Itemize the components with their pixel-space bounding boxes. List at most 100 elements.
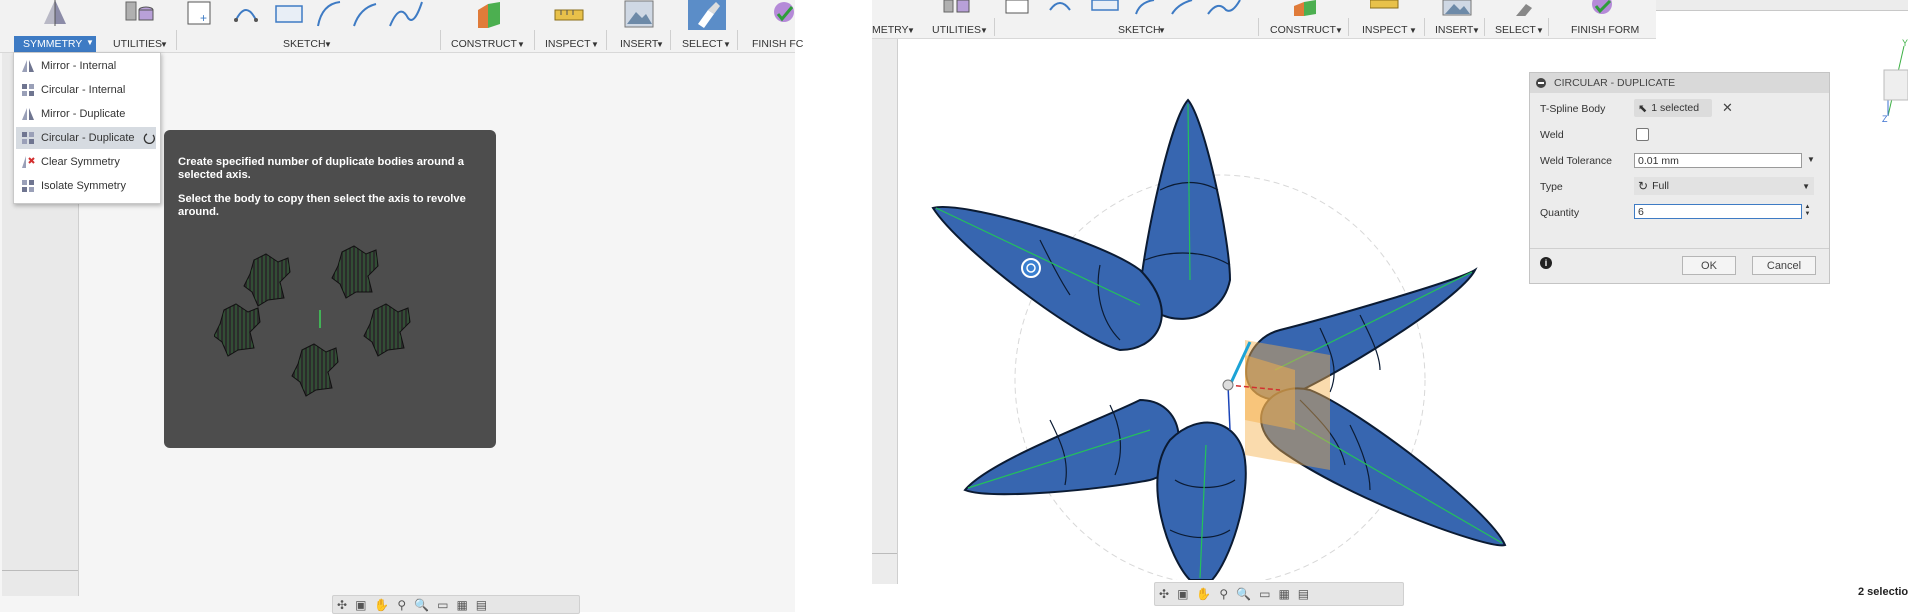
pan-icon[interactable]: ✋ <box>374 598 389 612</box>
chevron-down-icon: ▼ <box>86 38 94 47</box>
select-brush-icon[interactable] <box>1508 0 1538 16</box>
menu-item-isolate-symmetry[interactable]: Isolate Symmetry <box>16 175 156 197</box>
utilities-icon[interactable] <box>942 0 974 14</box>
ok-button[interactable]: OK <box>1682 256 1736 275</box>
info-icon[interactable]: i <box>1540 257 1552 269</box>
finish-form-icon[interactable] <box>1588 0 1618 16</box>
group-label-utilities[interactable]: UTILITIES <box>932 24 981 36</box>
separator <box>606 30 607 50</box>
construct-icon[interactable] <box>474 0 504 30</box>
chevron-down-icon: ▼ <box>160 40 168 49</box>
menu-item-clear-symmetry[interactable]: Clear Symmetry <box>16 151 156 173</box>
look-at-icon[interactable]: ▣ <box>1177 587 1188 601</box>
separator <box>1424 18 1425 36</box>
chevron-down-icon: ▼ <box>1335 26 1343 35</box>
collapse-icon[interactable] <box>1536 78 1546 88</box>
menu-item-label: Clear Symmetry <box>41 156 120 168</box>
quantity-label: Quantity <box>1540 207 1580 219</box>
display-settings-icon[interactable]: ▭ <box>1259 587 1270 601</box>
cursor-arrow-icon: ⬉ <box>1638 102 1648 115</box>
group-label-construct[interactable]: CONSTRUCT <box>1270 24 1336 36</box>
zoom-window-icon[interactable]: 🔍 <box>1236 587 1251 601</box>
group-label-inspect[interactable]: INSPECT <box>545 38 591 50</box>
group-label-insert[interactable]: INSERT <box>620 38 658 50</box>
separator <box>994 18 995 36</box>
circular-pattern-icon <box>22 84 34 96</box>
right-toolbar: METRY ▼ UTILITIES ▼ SKETCH ▼ CONSTRUCT ▼… <box>872 0 1656 39</box>
tspline-body-value: 1 selected <box>1651 102 1700 114</box>
dialog-title: CIRCULAR - DUPLICATE <box>1554 77 1676 89</box>
zoom-window-icon[interactable]: 🔍 <box>414 598 429 612</box>
zoom-icon[interactable]: ⚲ <box>1219 587 1228 601</box>
utilities-icon[interactable] <box>124 0 156 26</box>
orbit-icon[interactable]: ✣ <box>337 598 347 612</box>
right-browser-panel[interactable] <box>872 39 898 584</box>
chevron-down-icon: ▼ <box>1472 26 1480 35</box>
group-label-symmetry[interactable]: METRY <box>872 24 909 36</box>
insert-image-icon[interactable] <box>1442 0 1472 16</box>
group-label-symmetry[interactable]: SYMMETRY <box>23 38 82 50</box>
tspline-body-selector[interactable]: ⬉ 1 selected <box>1634 99 1712 117</box>
group-label-inspect[interactable]: INSPECT <box>1362 24 1408 36</box>
insert-image-icon[interactable] <box>624 0 654 28</box>
weld-checkbox[interactable] <box>1636 128 1649 141</box>
select-button[interactable] <box>688 0 726 30</box>
look-at-icon[interactable]: ▣ <box>355 598 366 612</box>
weld-tolerance-input[interactable]: 0.01 mm <box>1634 153 1802 168</box>
menu-item-mirror-duplicate[interactable]: Mirror - Duplicate <box>16 103 156 125</box>
browser-divider <box>872 553 897 554</box>
top-right-bar <box>1656 0 1908 11</box>
group-label-insert[interactable]: INSERT <box>1435 24 1473 36</box>
grid-icon[interactable]: ▦ <box>1278 587 1289 601</box>
viewcube[interactable]: Y Z <box>1880 36 1908 126</box>
circular-pattern-icon <box>22 132 34 144</box>
group-label-construct[interactable]: CONSTRUCT <box>451 38 517 50</box>
group-label-finish-form[interactable]: FINISH FC <box>752 38 803 50</box>
group-label-sketch[interactable]: SKETCH <box>283 38 326 50</box>
group-label-select[interactable]: SELECT <box>1495 24 1536 36</box>
sketch-tools-icons[interactable]: + <box>186 0 426 30</box>
menu-item-circular-duplicate[interactable]: Circular - Duplicate <box>16 127 156 149</box>
type-value: Full <box>1652 180 1669 192</box>
measure-icon[interactable] <box>553 6 585 26</box>
orbit-icon[interactable]: ✣ <box>1159 587 1169 601</box>
group-label-select[interactable]: SELECT <box>682 38 723 50</box>
viewports-icon[interactable]: ▤ <box>1298 587 1309 601</box>
measure-icon[interactable] <box>1370 0 1400 12</box>
circular-full-icon: ↻ <box>1638 179 1649 193</box>
mirror-icon <box>22 60 34 72</box>
menu-item-circular-internal[interactable]: Circular - Internal <box>16 79 156 101</box>
chevron-down-icon: ▼ <box>656 40 664 49</box>
dialog-header: CIRCULAR - DUPLICATE <box>1530 73 1829 93</box>
group-label-finish-form[interactable]: FINISH FORM <box>1571 24 1639 36</box>
grid-icon[interactable]: ▦ <box>456 598 467 612</box>
cancel-button[interactable]: Cancel <box>1752 256 1816 275</box>
menu-item-label: Circular - Internal <box>41 84 126 96</box>
viewports-icon[interactable]: ▤ <box>476 598 487 612</box>
finish-form-icon[interactable] <box>770 0 795 26</box>
construct-icon[interactable] <box>1290 0 1320 16</box>
type-select[interactable]: ↻ Full ▼ <box>1634 177 1814 195</box>
separator <box>534 30 535 50</box>
display-settings-icon[interactable]: ▭ <box>437 598 448 612</box>
chevron-down-icon: ▼ <box>980 26 988 35</box>
tooltip-text-2: Select the body to copy then select the … <box>178 193 466 218</box>
zoom-icon[interactable]: ⚲ <box>397 598 406 612</box>
separator <box>737 30 738 50</box>
viewport-tspline-body[interactable] <box>900 80 1520 580</box>
chevron-down-icon: ▼ <box>723 40 731 49</box>
separator <box>440 30 441 50</box>
quantity-input[interactable]: 6 <box>1634 204 1802 219</box>
chevron-down-icon: ▼ <box>1158 26 1166 35</box>
sketch-tools-icons[interactable] <box>1004 0 1254 16</box>
mirror-icon <box>22 108 34 120</box>
quantity-stepper[interactable]: ▲ ▼ <box>1803 204 1812 219</box>
pan-icon[interactable]: ✋ <box>1196 587 1211 601</box>
chevron-down-icon[interactable]: ▼ <box>1807 155 1815 164</box>
group-label-sketch[interactable]: SKETCH <box>1118 24 1161 36</box>
clear-selection-icon[interactable]: ✕ <box>1722 100 1733 116</box>
group-label-utilities[interactable]: UTILITIES <box>113 38 162 50</box>
left-toolbar: SYMMETRY ▼ UTILITIES ▼ + SKETCH ▼ CONSTR… <box>0 0 803 53</box>
symmetry-icon[interactable] <box>40 0 70 26</box>
menu-item-mirror-internal[interactable]: Mirror - Internal <box>16 55 156 77</box>
